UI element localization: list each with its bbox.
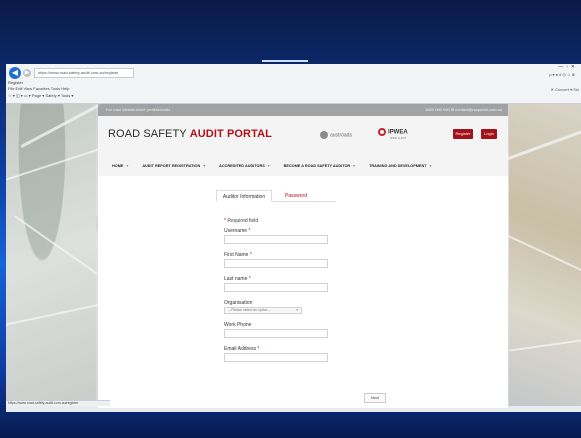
ipwea-logo[interactable]: IPWEA NSW & ACT [378, 128, 408, 140]
chevron-down-icon: ▾ [429, 163, 432, 168]
site-topbar: For road infrastructure professionals 18… [98, 104, 508, 116]
work-phone-input[interactable] [224, 329, 328, 338]
site-logo[interactable]: ROAD SAFETY AUDIT PORTAL [108, 128, 272, 140]
status-bar: https://www.road-safety-audit.com.au/reg… [6, 400, 110, 406]
last-name-label: Last name * [224, 276, 251, 282]
window-controls[interactable]: — ▫ ✕ [558, 64, 575, 70]
tab-password[interactable]: Password [276, 190, 316, 202]
contact-info[interactable]: 1800 000 000 ✉ contact@rsaportal.com.au [425, 107, 502, 112]
slide-accent-line [262, 60, 308, 62]
email-label: Email Address * [224, 346, 260, 352]
nav-item-audit-report[interactable]: AUDIT REPORT REGISTRATION ▾ [142, 163, 205, 168]
command-bar[interactable]: ☆ ▾ ◫ ▾ ▭ ▾ Page ▾ Safety ▾ Tools ▾ [8, 93, 73, 98]
last-name-input[interactable] [224, 283, 328, 292]
back-icon[interactable]: ◀ [9, 67, 21, 79]
address-bar[interactable]: https://www.road-safety-audit.com.au/reg… [34, 68, 134, 78]
first-name-input[interactable] [224, 259, 328, 268]
organisation-label: Organisation [224, 300, 253, 306]
menu-bar[interactable]: File Edit View Favorites Tools Help [8, 86, 69, 91]
required-note: * Required field [224, 218, 259, 224]
organisation-select[interactable]: -- Please select an option -- ▾ [224, 307, 302, 314]
nav-item-accredited[interactable]: ACCREDITED AUDITORS ▾ [219, 163, 269, 168]
next-button[interactable]: Next [364, 393, 386, 403]
browser-window: ◀ ▶ https://www.road-safety-audit.com.au… [6, 64, 581, 412]
chevron-down-icon: ▾ [203, 163, 206, 168]
chevron-down-icon: ▾ [296, 308, 298, 312]
tab-auditor-information[interactable]: Auditor Information [216, 190, 272, 202]
chevron-down-icon: ▾ [126, 163, 129, 168]
forward-icon[interactable]: ▶ [23, 69, 31, 77]
chevron-down-icon: ▾ [353, 163, 356, 168]
chevron-down-icon: ▾ [267, 163, 270, 168]
site-header: ROAD SAFETY AUDIT PORTAL austroads IPWEA… [98, 116, 508, 176]
background-image-right [501, 104, 581, 406]
site-tagline: For road infrastructure professionals [106, 107, 171, 112]
ipwea-icon [378, 128, 386, 136]
register-button[interactable]: Register [453, 129, 473, 139]
browser-tools[interactable]: ρ ▾ ♠ ¢ ◎ ☆ ⊗ [549, 72, 575, 77]
main-nav: HOME ▾ AUDIT REPORT REGISTRATION ▾ ACCREDI… [98, 158, 508, 172]
browser-chrome: ◀ ▶ https://www.road-safety-audit.com.au… [6, 64, 581, 104]
nav-item-training[interactable]: TRAINING AND DEVELOPMENT ▾ [369, 163, 431, 168]
username-input[interactable] [224, 235, 328, 244]
austroads-logo[interactable]: austroads [320, 131, 352, 139]
form-tabs: Auditor Information Password [216, 190, 336, 202]
work-phone-label: Work Phone [224, 322, 252, 328]
page-viewport: For road infrastructure professionals 18… [6, 103, 581, 408]
login-button[interactable]: Login [481, 129, 497, 139]
email-input[interactable] [224, 353, 328, 362]
austroads-icon [320, 131, 328, 139]
first-name-label: First Name * [224, 252, 252, 258]
username-label: Username * [224, 228, 251, 234]
nav-item-become-auditor[interactable]: BECOME A ROAD SAFETY AUDITOR ▾ [284, 163, 355, 168]
registration-panel: Auditor Information Password * Required … [98, 176, 508, 408]
addon-toolbar[interactable]: ✕ Convert ▾ Sel [551, 87, 579, 92]
registration-form: * Required field Username * First Name *… [224, 218, 334, 370]
background-image-left [6, 103, 104, 406]
nav-item-home[interactable]: HOME ▾ [112, 163, 128, 168]
